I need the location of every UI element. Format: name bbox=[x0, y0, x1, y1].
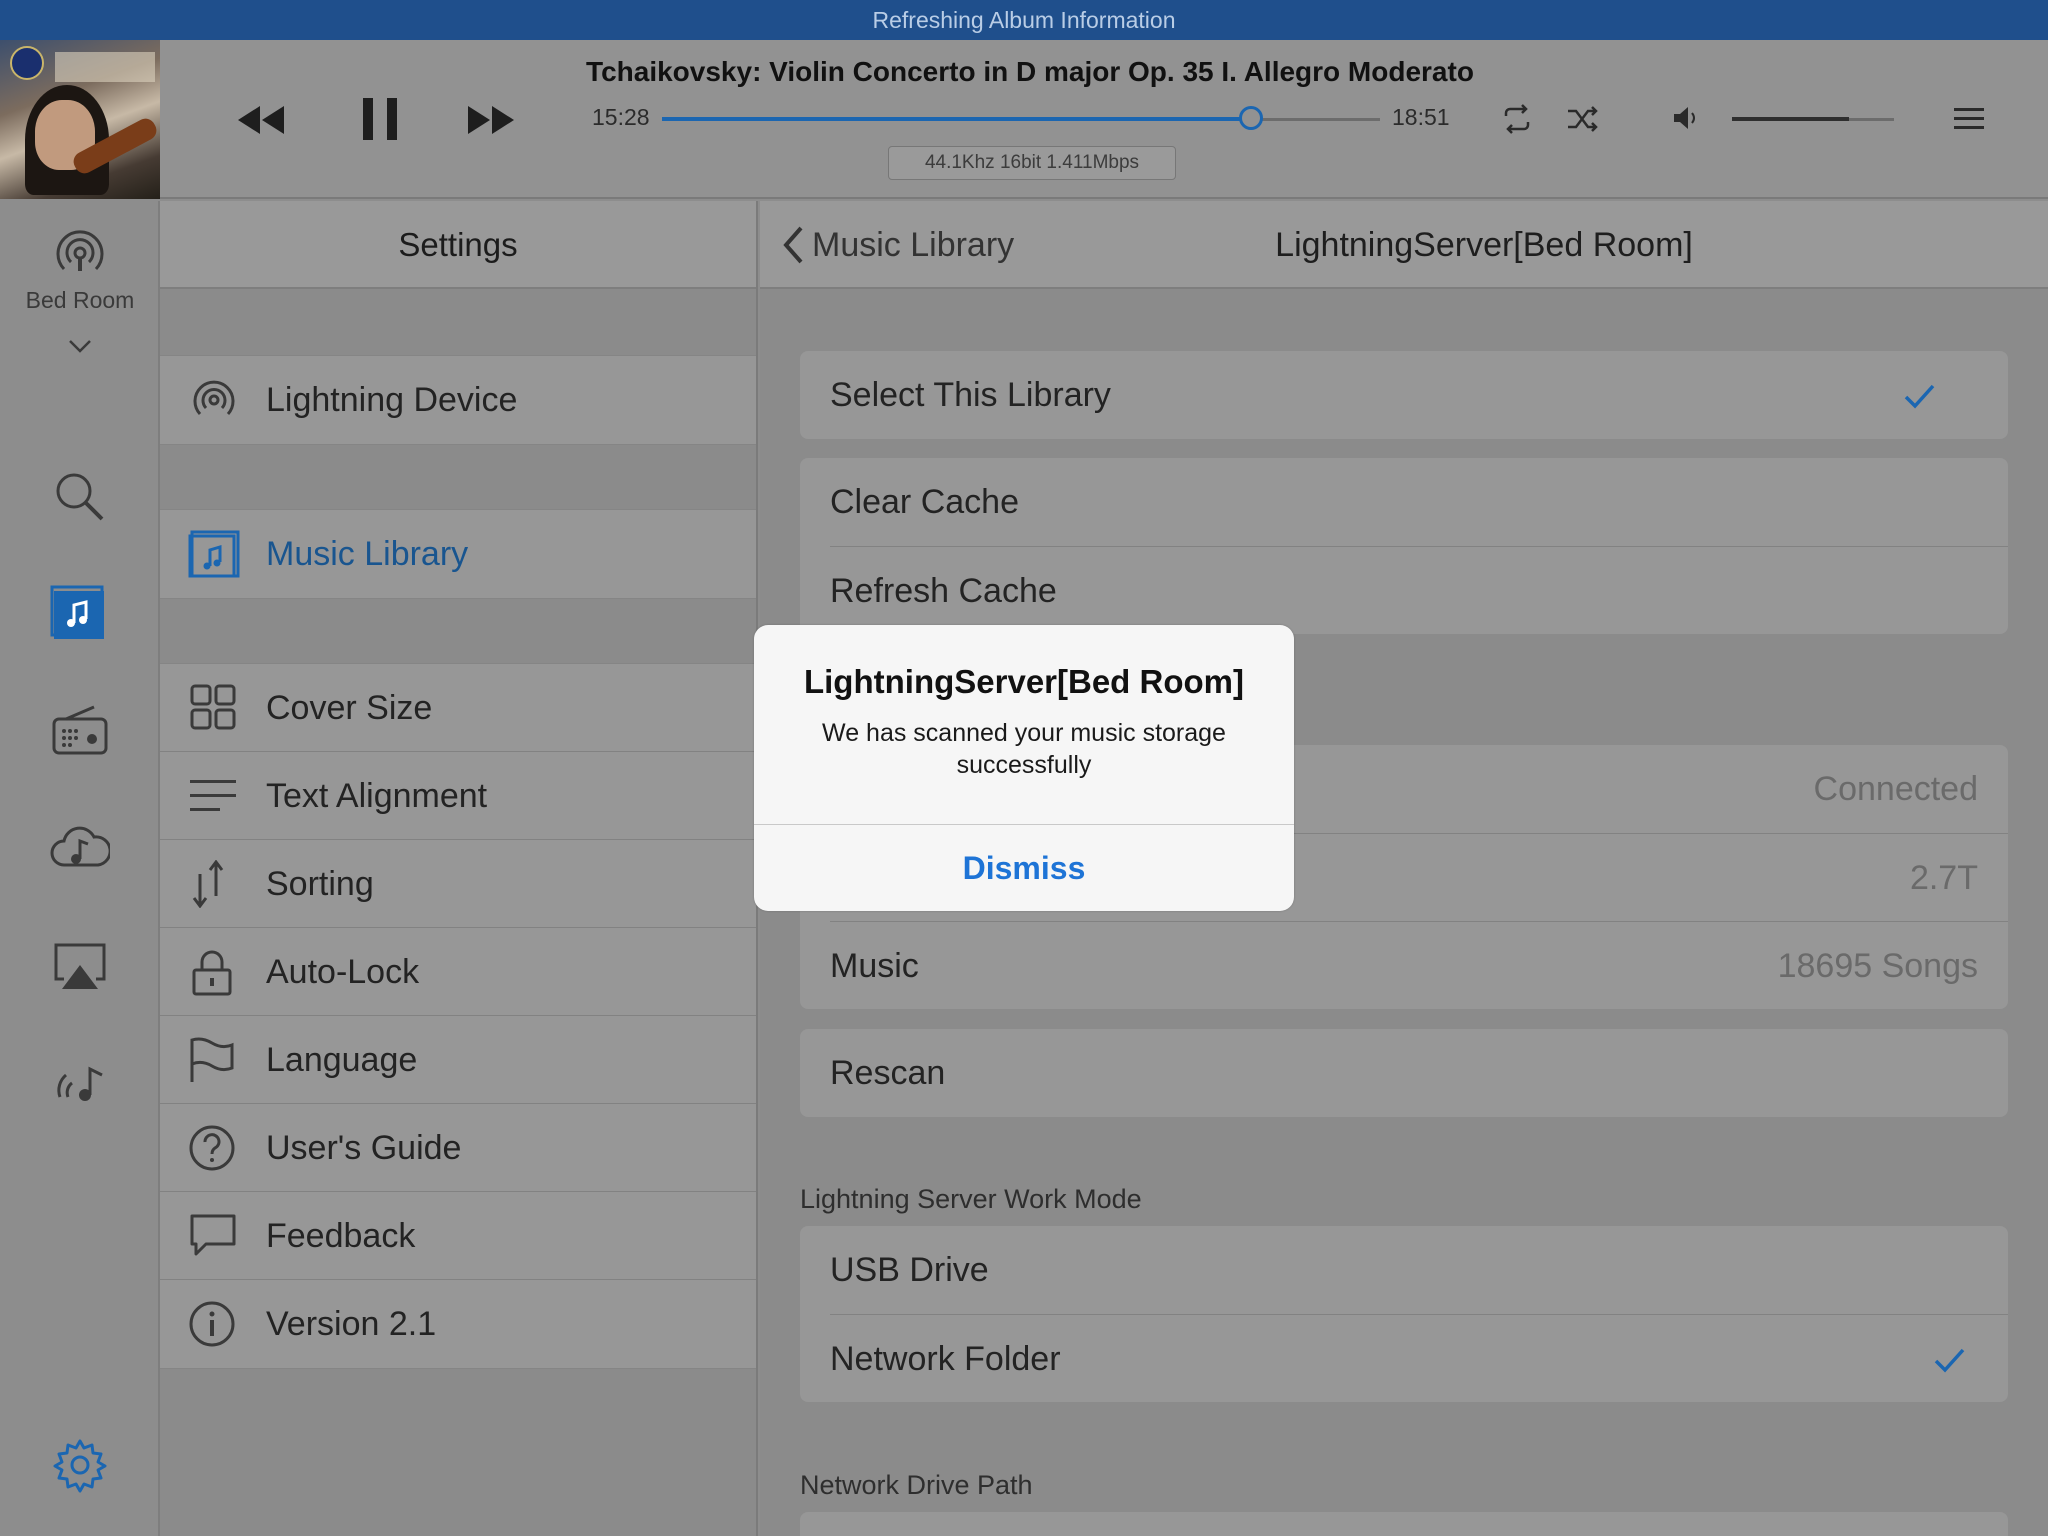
rescan-row[interactable]: Rescan bbox=[800, 1029, 2008, 1117]
pause-button[interactable] bbox=[360, 96, 400, 142]
next-track-button[interactable] bbox=[466, 100, 516, 140]
status-bar: Refreshing Album Information bbox=[0, 0, 2048, 40]
volume-level bbox=[1732, 117, 1849, 121]
chevron-down-icon[interactable] bbox=[68, 339, 92, 353]
select-library-label: Select This Library bbox=[830, 376, 1111, 414]
menu-icon[interactable] bbox=[1954, 106, 1984, 132]
search-icon[interactable] bbox=[50, 467, 110, 527]
left-nav-rail: Bed Room bbox=[0, 201, 160, 1536]
select-library-card: Select This Library bbox=[800, 351, 2008, 439]
settings-item-label: Language bbox=[266, 1041, 418, 1079]
status-bar-text: Refreshing Album Information bbox=[872, 7, 1176, 33]
airplay-icon[interactable] bbox=[50, 937, 110, 997]
settings-item-sorting[interactable]: Sorting bbox=[160, 840, 756, 928]
audio-format-badge: 44.1Khz 16bit 1.411Mbps bbox=[888, 146, 1176, 180]
scan-complete-alert: LightningServer[Bed Room] We has scanned… bbox=[754, 625, 1294, 911]
rescan-label: Rescan bbox=[830, 1054, 946, 1092]
info-icon bbox=[189, 1301, 235, 1347]
settings-item-feedback[interactable]: Feedback bbox=[160, 1192, 756, 1280]
dismiss-button[interactable]: Dismiss bbox=[754, 824, 1294, 911]
music-label: Music bbox=[830, 947, 919, 985]
chat-icon bbox=[190, 1214, 236, 1256]
settings-item-label: Feedback bbox=[266, 1217, 416, 1255]
total-time: 18:51 bbox=[1392, 104, 1450, 130]
back-button[interactable]: Music Library bbox=[782, 201, 1014, 289]
music-count-row: Music 18695 Songs bbox=[830, 921, 2008, 1009]
alert-message: We has scanned your music storage succes… bbox=[822, 719, 1226, 779]
rescan-card: Rescan bbox=[800, 1029, 2008, 1117]
work-mode-card: USB Drive Network Folder bbox=[800, 1226, 2008, 1402]
clear-cache-row[interactable]: Clear Cache bbox=[800, 458, 2008, 546]
refresh-cache-row[interactable]: Refresh Cache bbox=[830, 546, 2008, 634]
usb-drive-row[interactable]: USB Drive bbox=[800, 1226, 2008, 1314]
settings-item-lightning-device[interactable]: Lightning Device bbox=[160, 356, 756, 444]
music-library-icon[interactable] bbox=[50, 583, 110, 643]
clear-cache-label: Clear Cache bbox=[830, 483, 1019, 521]
refresh-cache-label: Refresh Cache bbox=[830, 572, 1057, 610]
speaker-icon[interactable] bbox=[1672, 104, 1698, 132]
zone-label[interactable]: Bed Room bbox=[0, 287, 160, 314]
network-path-header: Network Drive Path bbox=[800, 1470, 1033, 1500]
radio-icon[interactable] bbox=[50, 701, 110, 761]
alert-title: LightningServer[Bed Room] bbox=[803, 663, 1244, 700]
work-mode-header: Lightning Server Work Mode bbox=[800, 1184, 1142, 1214]
chevron-left-icon bbox=[783, 226, 803, 264]
flag-icon bbox=[190, 1037, 234, 1082]
album-cover[interactable] bbox=[0, 40, 160, 199]
network-path-card[interactable] bbox=[800, 1512, 2008, 1536]
shuffle-icon[interactable] bbox=[1566, 104, 1600, 134]
back-button-label: Music Library bbox=[812, 225, 1015, 264]
settings-item-cover-size[interactable]: Cover Size bbox=[160, 664, 756, 752]
select-library-row[interactable]: Select This Library bbox=[800, 351, 2008, 439]
settings-title: Settings bbox=[160, 201, 756, 289]
seek-handle[interactable] bbox=[1238, 106, 1263, 130]
settings-panel: Settings Lightning Device Music Library bbox=[160, 201, 758, 1536]
settings-item-label: Text Alignment bbox=[266, 777, 488, 815]
settings-item-label: Version 2.1 bbox=[266, 1305, 437, 1343]
detail-header: LightningServer[Bed Room] Music Library bbox=[760, 201, 2048, 289]
settings-item-version[interactable]: Version 2.1 bbox=[160, 1280, 756, 1368]
settings-item-label: Cover Size bbox=[266, 689, 433, 727]
music-count-value: 18695 Songs bbox=[1777, 947, 1978, 985]
cache-card: Clear Cache Refresh Cache bbox=[800, 458, 2008, 634]
broadcast-icon[interactable] bbox=[50, 223, 110, 283]
settings-item-music-library[interactable]: Music Library bbox=[160, 510, 756, 598]
settings-item-users-guide[interactable]: User's Guide bbox=[160, 1104, 756, 1192]
settings-item-label: Music Library bbox=[266, 535, 469, 573]
lock-icon bbox=[192, 950, 232, 996]
repeat-icon[interactable] bbox=[1500, 104, 1534, 134]
usb-drive-label: USB Drive bbox=[830, 1251, 989, 1289]
network-folder-row[interactable]: Network Folder bbox=[830, 1314, 2008, 1402]
checkmark-icon bbox=[1904, 384, 1935, 409]
seek-bar-progress bbox=[662, 117, 1251, 121]
connection-status-value: Connected bbox=[1813, 770, 1978, 808]
streaming-music-icon[interactable] bbox=[50, 1053, 110, 1113]
elapsed-time: 15:28 bbox=[592, 104, 650, 130]
settings-group-library: Music Library bbox=[160, 509, 756, 599]
track-title: Tchaikovsky: Violin Concerto in D major … bbox=[586, 56, 1474, 87]
network-folder-label: Network Folder bbox=[830, 1340, 1061, 1378]
settings-item-language[interactable]: Language bbox=[160, 1016, 756, 1104]
now-playing-bar: Tchaikovsky: Violin Concerto in D major … bbox=[0, 40, 2048, 199]
settings-item-text-alignment[interactable]: Text Alignment bbox=[160, 752, 756, 840]
sort-icon bbox=[192, 860, 224, 908]
settings-group-device: Lightning Device bbox=[160, 355, 756, 445]
settings-item-label: Lightning Device bbox=[266, 381, 518, 419]
align-icon bbox=[190, 780, 236, 811]
settings-item-label: User's Guide bbox=[266, 1129, 462, 1167]
broadcast-icon bbox=[193, 380, 235, 416]
settings-item-label: Auto-Lock bbox=[266, 953, 420, 991]
settings-item-auto-lock[interactable]: Auto-Lock bbox=[160, 928, 756, 1016]
gear-icon[interactable] bbox=[50, 1435, 110, 1495]
music-library-icon bbox=[188, 530, 240, 578]
settings-group-general: Cover Size Text Alignment Sorting Auto-L… bbox=[160, 663, 756, 1369]
capacity-value: 2.7T bbox=[1909, 859, 1978, 897]
previous-track-button[interactable] bbox=[236, 100, 286, 140]
cloud-music-icon[interactable] bbox=[50, 817, 110, 877]
grid-icon bbox=[190, 684, 236, 730]
checkmark-icon bbox=[1934, 1348, 1965, 1373]
help-icon bbox=[189, 1125, 235, 1171]
settings-item-label: Sorting bbox=[266, 865, 374, 903]
